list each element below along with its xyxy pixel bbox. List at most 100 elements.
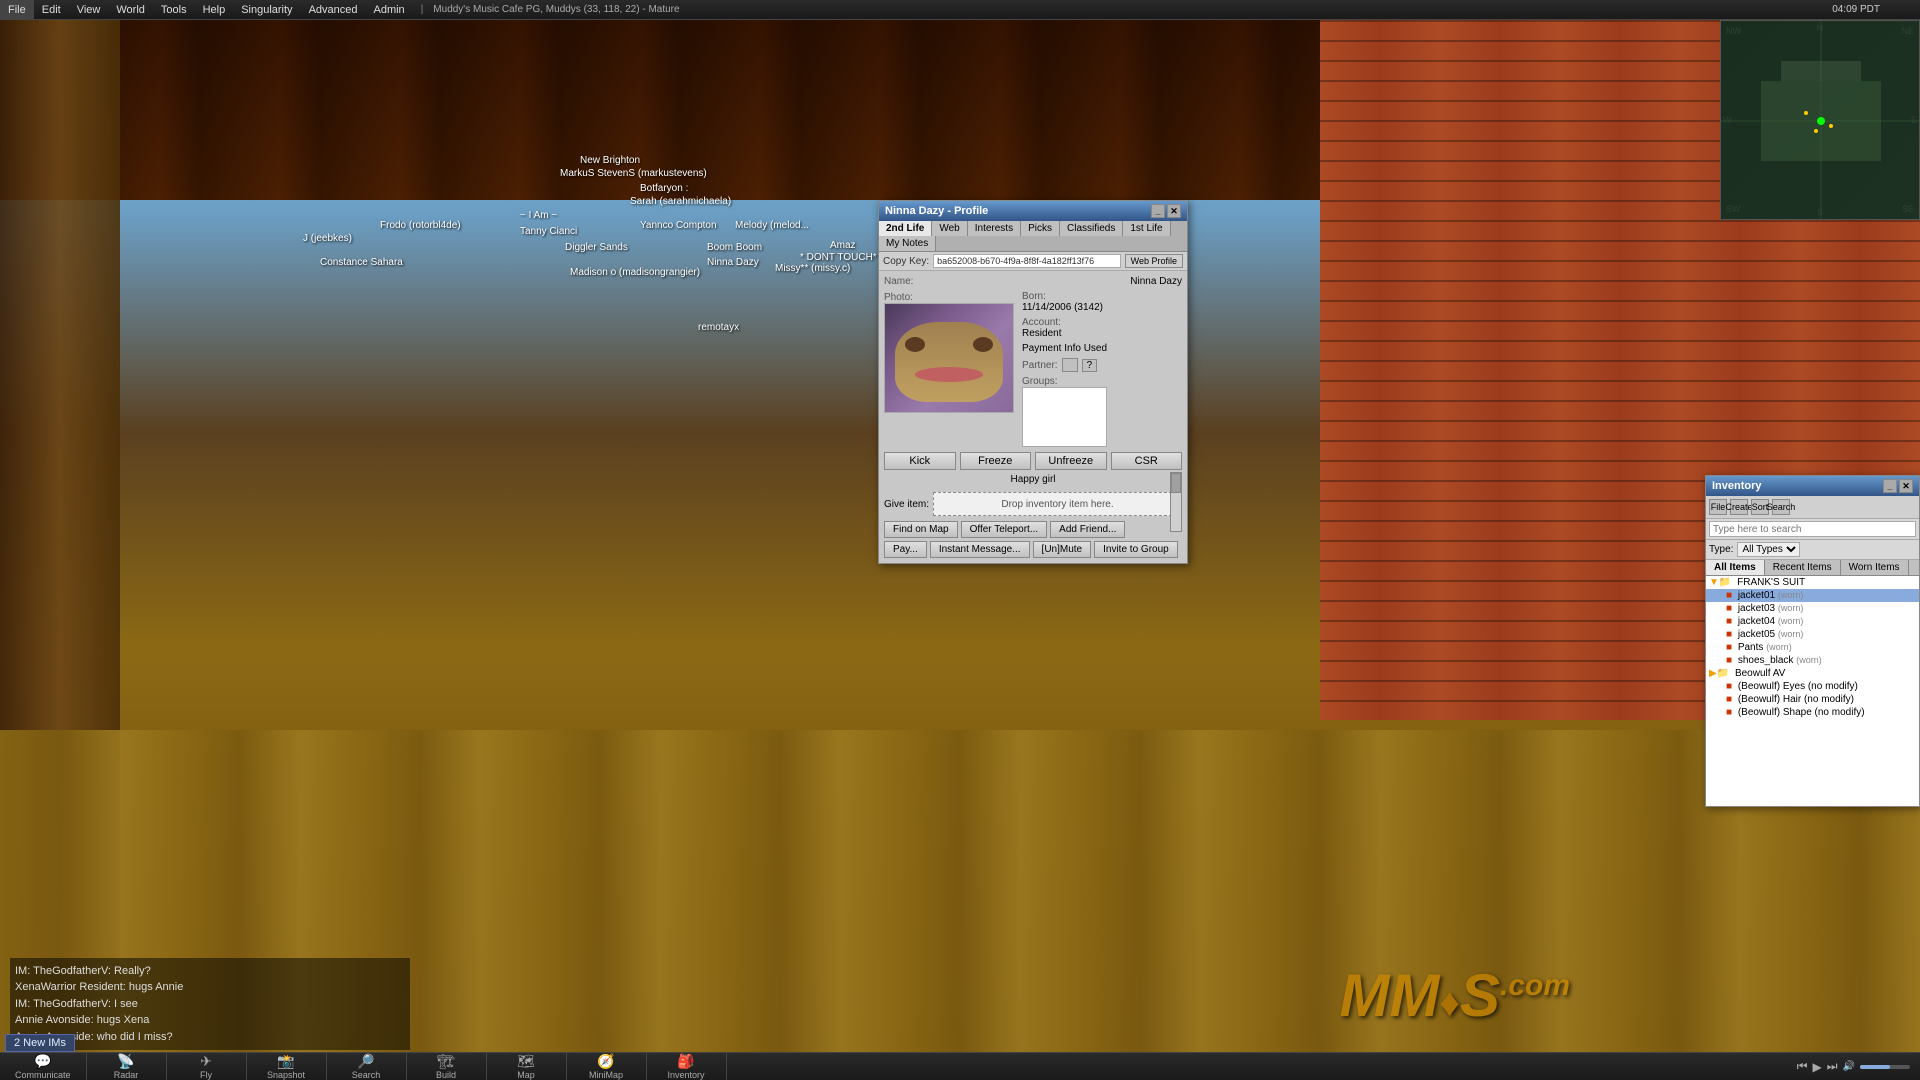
fly-tool[interactable]: ✈ Fly — [167, 1053, 247, 1080]
inventory-tabs: All Items Recent Items Worn Items — [1706, 560, 1919, 576]
profile-minimize-btn[interactable]: _ — [1151, 204, 1165, 218]
inv-search-btn[interactable]: Search — [1772, 499, 1790, 515]
profile-close-btn[interactable]: ✕ — [1167, 204, 1181, 218]
partner-help-btn[interactable]: ? — [1082, 359, 1098, 372]
mmo-com-text: .com — [1500, 969, 1570, 1002]
item-worn-badge: (worn) — [1778, 590, 1804, 600]
inventory-folder-beowulf[interactable]: ▶📁 Beowulf AV — [1706, 667, 1919, 680]
menu-tools[interactable]: Tools — [153, 0, 195, 19]
copy-key-value[interactable]: ba652008-b670-4f9a-8f8f-4a182ff13f76 — [933, 254, 1121, 268]
volume-slider[interactable] — [1860, 1065, 1910, 1069]
give-item-label: Give item: — [884, 499, 929, 510]
menu-advanced[interactable]: Advanced — [301, 0, 366, 19]
tab-classifieds[interactable]: Classifieds — [1060, 221, 1123, 236]
im-notification[interactable]: 2 New IMs — [5, 1034, 75, 1052]
media-next-btn[interactable]: ⏭ — [1827, 1059, 1838, 1074]
avatar-label: Constance Sahara — [320, 257, 403, 268]
tab-all-items[interactable]: All Items — [1706, 560, 1765, 575]
inventory-item-jacket05[interactable]: ■ jacket05 (worn) — [1706, 628, 1919, 641]
communicate-label: Communicate — [15, 1070, 71, 1080]
build-tool[interactable]: 🏗 Build — [407, 1053, 487, 1080]
search-tool[interactable]: 🔎 Search — [327, 1053, 407, 1080]
inventory-close-btn[interactable]: ✕ — [1899, 479, 1913, 493]
media-play-btn[interactable]: ▶ — [1813, 1060, 1822, 1074]
menu-file[interactable]: File — [0, 0, 34, 19]
find-on-map-button[interactable]: Find on Map — [884, 521, 958, 538]
profile-titlebar-buttons: _ ✕ — [1151, 204, 1181, 218]
folder-icon: ▶📁 — [1709, 668, 1729, 679]
inventory-item-shoes-black[interactable]: ■ shoes_black (worn) — [1706, 654, 1919, 667]
inv-file-btn[interactable]: File — [1709, 499, 1727, 515]
tab-interests[interactable]: Interests — [968, 221, 1021, 236]
web-profile-button[interactable]: Web Profile — [1125, 254, 1183, 268]
inv-create-btn[interactable]: Create — [1730, 499, 1748, 515]
item-icon: ■ — [1726, 694, 1732, 705]
tab-picks[interactable]: Picks — [1021, 221, 1060, 236]
minimap-tool[interactable]: 🧭 MiniMap — [567, 1053, 647, 1080]
inventory-item-beowulf-eyes[interactable]: ■ (Beowulf) Eyes (no modify) — [1706, 680, 1919, 693]
tab-mynotes[interactable]: My Notes — [879, 236, 936, 251]
volume-fill — [1860, 1065, 1890, 1069]
invite-to-group-button[interactable]: Invite to Group — [1094, 541, 1178, 558]
partner-checkbox[interactable] — [1062, 358, 1078, 372]
add-friend-button[interactable]: Add Friend... — [1050, 521, 1125, 538]
map-tool[interactable]: 🗺 Map — [487, 1053, 567, 1080]
instant-message-button[interactable]: Instant Message... — [930, 541, 1030, 558]
drop-inventory-box[interactable]: Drop inventory item here. — [933, 492, 1182, 516]
fly-label: Fly — [200, 1070, 212, 1080]
inventory-minimize-btn[interactable]: _ — [1883, 479, 1897, 493]
unmute-button[interactable]: [Un]Mute — [1033, 541, 1092, 558]
item-name: (Beowulf) Hair (no modify) — [1738, 694, 1854, 705]
media-prev-btn[interactable]: ⏮ — [1797, 1059, 1808, 1074]
tab-worn-items[interactable]: Worn Items — [1841, 560, 1909, 575]
type-filter-row: Type: All Types — [1706, 540, 1919, 560]
menu-edit[interactable]: Edit — [34, 0, 69, 19]
csr-button[interactable]: CSR — [1111, 452, 1183, 470]
item-icon: ■ — [1726, 681, 1732, 692]
item-name: jacket05 — [1738, 629, 1775, 640]
unfreeze-button[interactable]: Unfreeze — [1035, 452, 1107, 470]
menu-singularity[interactable]: Singularity — [233, 0, 300, 19]
communicate-tool[interactable]: 💬 Communicate — [0, 1053, 87, 1080]
inventory-item-beowulf-hair[interactable]: ■ (Beowulf) Hair (no modify) — [1706, 693, 1919, 706]
inventory-item-jacket03[interactable]: ■ jacket03 (worn) — [1706, 602, 1919, 615]
scroll-thumb[interactable] — [1171, 473, 1181, 493]
profile-body: Name: Ninna Dazy Photo: Loading... — [879, 271, 1187, 563]
avatar-label: Missy** (missy.c) — [775, 263, 850, 274]
menu-help[interactable]: Help — [195, 0, 234, 19]
inventory-folder-franks-suit[interactable]: ▼📁 FRANK'S SUIT — [1706, 576, 1919, 589]
inventory-item-beowulf-shape[interactable]: ■ (Beowulf) Shape (no modify) — [1706, 706, 1919, 719]
inventory-item-pants[interactable]: ■ Pants (worn) — [1706, 641, 1919, 654]
freeze-button[interactable]: Freeze — [960, 452, 1032, 470]
inventory-titlebar-buttons: _ ✕ — [1883, 479, 1913, 493]
item-icon: ■ — [1726, 707, 1732, 718]
inventory-item-jacket04[interactable]: ■ jacket04 (worn) — [1706, 615, 1919, 628]
chat-line: IM: TheGodfatherV: I see — [15, 996, 405, 1013]
profile-photo-info: Photo: Loading... Born: 11/14/2006 (3142… — [884, 291, 1182, 447]
tab-recent-items[interactable]: Recent Items — [1765, 560, 1841, 575]
pay-button[interactable]: Pay... — [884, 541, 927, 558]
inventory-search-input[interactable] — [1709, 521, 1916, 537]
item-name: jacket01 — [1738, 590, 1775, 601]
tab-1stlife[interactable]: 1st Life — [1123, 221, 1170, 236]
menu-view[interactable]: View — [69, 0, 109, 19]
avatar-photo — [885, 304, 1013, 412]
tab-web[interactable]: Web — [932, 221, 967, 236]
inventory-tool[interactable]: 🎒 Inventory — [647, 1053, 727, 1080]
avatar-label: New Brighton — [580, 155, 640, 166]
offer-teleport-button[interactable]: Offer Teleport... — [961, 521, 1048, 538]
radar-tool[interactable]: 📡 Radar — [87, 1053, 167, 1080]
scrollbar[interactable] — [1170, 472, 1182, 532]
kick-button[interactable]: Kick — [884, 452, 956, 470]
menu-world[interactable]: World — [108, 0, 153, 19]
menu-admin[interactable]: Admin — [366, 0, 413, 19]
avatar-label: Botfaryon : — [640, 183, 688, 194]
build-icon: 🏗 — [437, 1053, 455, 1070]
tab-2ndlife[interactable]: 2nd Life — [879, 221, 932, 236]
avatar-label: Ninna Dazy — [707, 257, 759, 268]
inventory-item-jacket01[interactable]: ■ jacket01 (worn) — [1706, 589, 1919, 602]
avatar-label: remotayx — [698, 322, 739, 333]
type-filter-select[interactable]: All Types — [1737, 542, 1800, 557]
profile-bottom-buttons: Find on Map Offer Teleport... Add Friend… — [884, 521, 1182, 538]
snapshot-tool[interactable]: 📸 Snapshot — [247, 1053, 327, 1080]
